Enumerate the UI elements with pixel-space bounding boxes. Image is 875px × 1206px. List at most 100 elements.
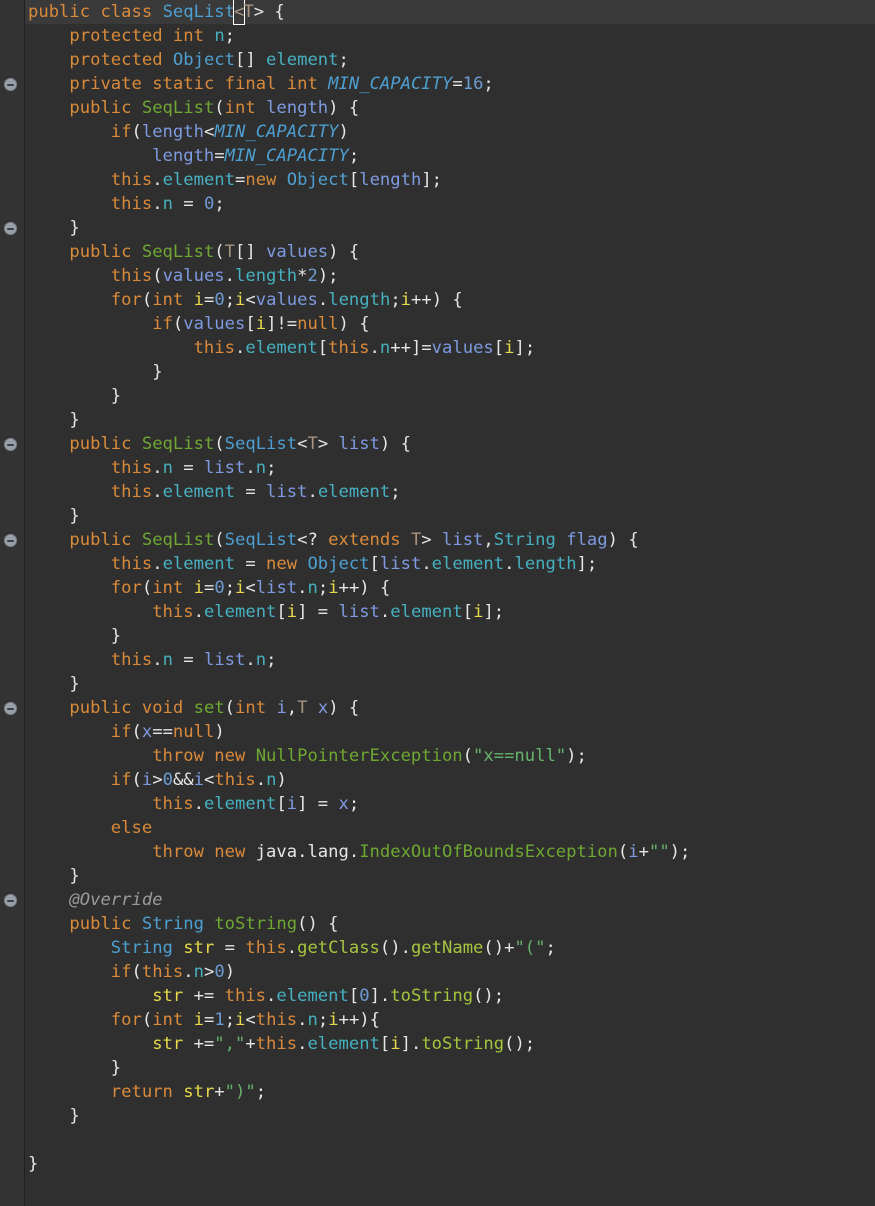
- code-line[interactable]: }: [28, 216, 875, 240]
- folding-ruler[interactable]: [0, 0, 24, 1206]
- code-token: .: [152, 170, 163, 190]
- code-line[interactable]: this.n = 0;: [28, 192, 875, 216]
- code-line[interactable]: public class SeqList<T> {: [28, 0, 875, 25]
- code-token: [: [245, 314, 256, 334]
- code-token: (: [131, 722, 142, 742]
- code-line[interactable]: this.element = list.element;: [28, 480, 875, 504]
- code-token: i: [276, 698, 287, 718]
- code-line[interactable]: this.n = list.n;: [28, 648, 875, 672]
- code-editor[interactable]: public class SeqList<T> { protected int …: [0, 0, 875, 1206]
- code-token: (: [214, 242, 225, 262]
- code-line[interactable]: return str+")";: [28, 1080, 875, 1104]
- code-token: int: [286, 74, 318, 94]
- fold-collapse-icon[interactable]: [4, 702, 17, 715]
- code-line[interactable]: throw new java.lang.IndexOutOfBoundsExce…: [28, 840, 875, 864]
- code-token: this: [110, 554, 153, 574]
- code-token: element: [390, 602, 463, 622]
- code-line[interactable]: for(int i=1;i<this.n;i++){: [28, 1008, 875, 1032]
- code-token: }: [69, 674, 80, 694]
- code-line[interactable]: public void set(int i,T x) {: [28, 696, 875, 720]
- code-token: for: [110, 578, 142, 598]
- code-line[interactable]: for(int i=0;i<list.n;i++) {: [28, 576, 875, 600]
- code-line[interactable]: protected int n;: [28, 24, 875, 48]
- code-token: 2: [307, 266, 318, 286]
- code-line[interactable]: for(int i=0;i<values.length;i++) {: [28, 288, 875, 312]
- code-token: ();: [473, 986, 505, 1006]
- code-line[interactable]: public SeqList(T[] values) {: [28, 240, 875, 264]
- code-line[interactable]: str += this.element[0].toString();: [28, 984, 875, 1008]
- fold-collapse-icon[interactable]: [4, 438, 17, 451]
- code-line[interactable]: public String toString() {: [28, 912, 875, 936]
- code-token: String: [110, 938, 173, 958]
- code-line[interactable]: }: [28, 624, 875, 648]
- code-line[interactable]: this(values.length*2);: [28, 264, 875, 288]
- code-line[interactable]: this.element[i] = list.element[i];: [28, 600, 875, 624]
- code-token: null: [297, 314, 339, 334]
- fold-collapse-icon[interactable]: [4, 222, 17, 235]
- code-line[interactable]: throw new NullPointerException("x==null"…: [28, 744, 875, 768]
- code-token: str: [152, 1034, 184, 1054]
- code-line[interactable]: length=MIN_CAPACITY;: [28, 144, 875, 168]
- fold-collapse-icon[interactable]: [4, 534, 17, 547]
- fold-collapse-icon[interactable]: [4, 894, 17, 907]
- code-line[interactable]: String str = this.getClass().getName()+"…: [28, 936, 875, 960]
- code-line[interactable]: this.element[this.n++]=values[i];: [28, 336, 875, 360]
- code-line[interactable]: else: [28, 816, 875, 840]
- code-token: element: [203, 602, 277, 622]
- code-line[interactable]: }: [28, 360, 875, 384]
- code-line[interactable]: }: [28, 1104, 875, 1128]
- code-line[interactable]: [28, 1128, 875, 1152]
- code-line[interactable]: this.element[i] = x;: [28, 792, 875, 816]
- code-token: ;: [255, 1082, 267, 1102]
- code-line[interactable]: @Override: [28, 888, 875, 912]
- code-line[interactable]: if(values[i]!=null) {: [28, 312, 875, 336]
- code-line[interactable]: str +=","+this.element[i].toString();: [28, 1032, 875, 1056]
- code-line[interactable]: }: [28, 672, 875, 696]
- code-line[interactable]: if(i>0&&i<this.n): [28, 768, 875, 792]
- code-token: i: [193, 290, 204, 310]
- code-token: MIN_CAPACITY: [224, 146, 349, 166]
- code-line[interactable]: private static final int MIN_CAPACITY=16…: [28, 72, 875, 96]
- code-token: =: [172, 458, 204, 478]
- code-line[interactable]: public SeqList(SeqList<T> list) {: [28, 432, 875, 456]
- code-token: ;: [483, 74, 494, 94]
- code-token: [: [379, 1034, 391, 1054]
- code-text-area[interactable]: public class SeqList<T> { protected int …: [28, 0, 875, 1206]
- code-token: throw: [152, 842, 204, 862]
- code-token: if: [110, 770, 132, 790]
- code-line[interactable]: this.element = new Object[list.element.l…: [28, 552, 875, 576]
- code-token: this: [110, 482, 153, 502]
- code-line[interactable]: this.element=new Object[length];: [28, 168, 875, 192]
- code-token: public: [69, 914, 132, 934]
- code-line[interactable]: }: [28, 864, 875, 888]
- code-line[interactable]: }: [28, 1152, 875, 1176]
- code-line[interactable]: if(x==null): [28, 720, 875, 744]
- code-token: .: [234, 338, 246, 358]
- code-token: int: [235, 698, 267, 718]
- code-line[interactable]: }: [28, 384, 875, 408]
- code-token: n: [379, 338, 391, 358]
- code-token: this: [328, 338, 370, 358]
- code-line[interactable]: }: [28, 408, 875, 432]
- code-token: .: [245, 650, 256, 670]
- code-token: ;: [390, 482, 401, 502]
- code-token: .: [152, 194, 163, 214]
- code-line[interactable]: public SeqList(SeqList<? extends T> list…: [28, 528, 875, 552]
- fold-collapse-icon[interactable]: [4, 78, 17, 91]
- code-token: .: [255, 770, 267, 790]
- code-token: >: [421, 530, 442, 550]
- code-line[interactable]: }: [28, 1056, 875, 1080]
- code-line[interactable]: if(length<MIN_CAPACITY): [28, 120, 875, 144]
- code-line[interactable]: protected Object[] element;: [28, 48, 875, 72]
- code-line[interactable]: this.n = list.n;: [28, 456, 875, 480]
- code-line[interactable]: public SeqList(int length) {: [28, 96, 875, 120]
- code-token: str: [183, 1082, 215, 1102]
- code-token: element: [307, 1034, 380, 1054]
- code-line[interactable]: if(this.n>0): [28, 960, 875, 984]
- code-line[interactable]: }: [28, 504, 875, 528]
